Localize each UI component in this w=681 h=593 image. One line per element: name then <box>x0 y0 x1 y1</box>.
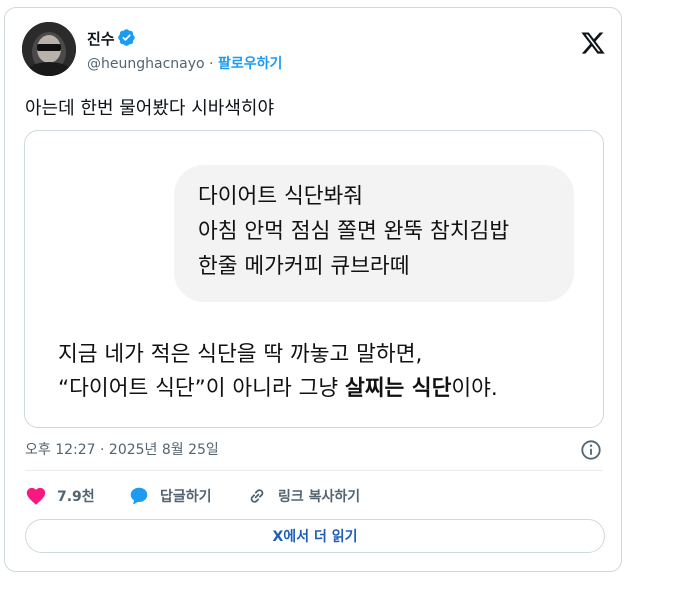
action-bar: 7.9천 답글하기 링크 복사하기 <box>25 484 605 508</box>
answer-text: 지금 네가 적은 식단을 딱 까놓고 말하면, “다이어트 식단”이 아니라 그… <box>58 338 498 406</box>
question-line-2: 아침 안먹 점심 쫄면 완뚝 참치김밥 <box>198 219 510 244</box>
author-handle[interactable]: @heunghacnayo <box>87 56 205 72</box>
reply-button[interactable]: 답글하기 <box>128 484 212 508</box>
divider <box>25 470 603 471</box>
reply-label: 답글하기 <box>160 489 212 505</box>
heart-icon <box>26 487 46 505</box>
question-line-1: 다이어트 식단봐줘 <box>198 184 364 209</box>
tweet-timestamp[interactable]: 오후 12:27 · 2025년 8월 25일 <box>25 439 219 459</box>
author-display-name[interactable]: 진수 <box>87 28 115 49</box>
info-icon[interactable] <box>580 439 602 461</box>
like-count: 7.9천 <box>57 489 95 505</box>
answer-line-2-start: “다이어트 식단”이 아니라 그냥 <box>58 376 345 401</box>
avatar[interactable] <box>22 22 76 76</box>
question-bubble: 다이어트 식단봐줘 아침 안먹 점심 쫄면 완뚝 참치김밥 한줄 메가커피 큐브… <box>174 165 574 302</box>
copy-link-label: 링크 복사하기 <box>278 489 361 505</box>
handle-separator: · <box>204 56 218 72</box>
x-logo-icon[interactable] <box>580 30 606 56</box>
follow-button[interactable]: 팔로우하기 <box>218 56 282 72</box>
question-line-3: 한줄 메가커피 큐브라떼 <box>198 254 410 279</box>
reply-bubble-icon <box>130 487 148 505</box>
avatar-image <box>22 22 76 76</box>
read-more-button[interactable]: X에서 더 읽기 <box>25 519 605 553</box>
answer-line-1: 지금 네가 적은 식단을 딱 까놓고 말하면, <box>58 342 423 367</box>
answer-line-2: “다이어트 식단”이 아니라 그냥 살찌는 식단이야. <box>58 372 498 406</box>
author-handle-row: @heunghacnayo · 팔로우하기 <box>87 53 282 73</box>
verified-badge-icon <box>118 29 135 46</box>
tweet-media-image[interactable]: 다이어트 식단봐줘 아침 안먹 점심 쫄면 완뚝 참치김밥 한줄 메가커피 큐브… <box>24 130 604 428</box>
copy-link-button[interactable]: 링크 복사하기 <box>246 484 360 508</box>
like-button[interactable]: 7.9천 <box>25 484 95 508</box>
tweet-card: 진수 @heunghacnayo · 팔로우하기 아는데 한번 물어봤다 시바색… <box>4 7 622 572</box>
answer-line-2-end: 이야. <box>451 376 498 401</box>
link-icon <box>250 489 264 503</box>
answer-line-2-bold: 살찌는 식단 <box>344 376 452 401</box>
tweet-text: 아는데 한번 물어봤다 시바색히야 <box>25 98 275 119</box>
